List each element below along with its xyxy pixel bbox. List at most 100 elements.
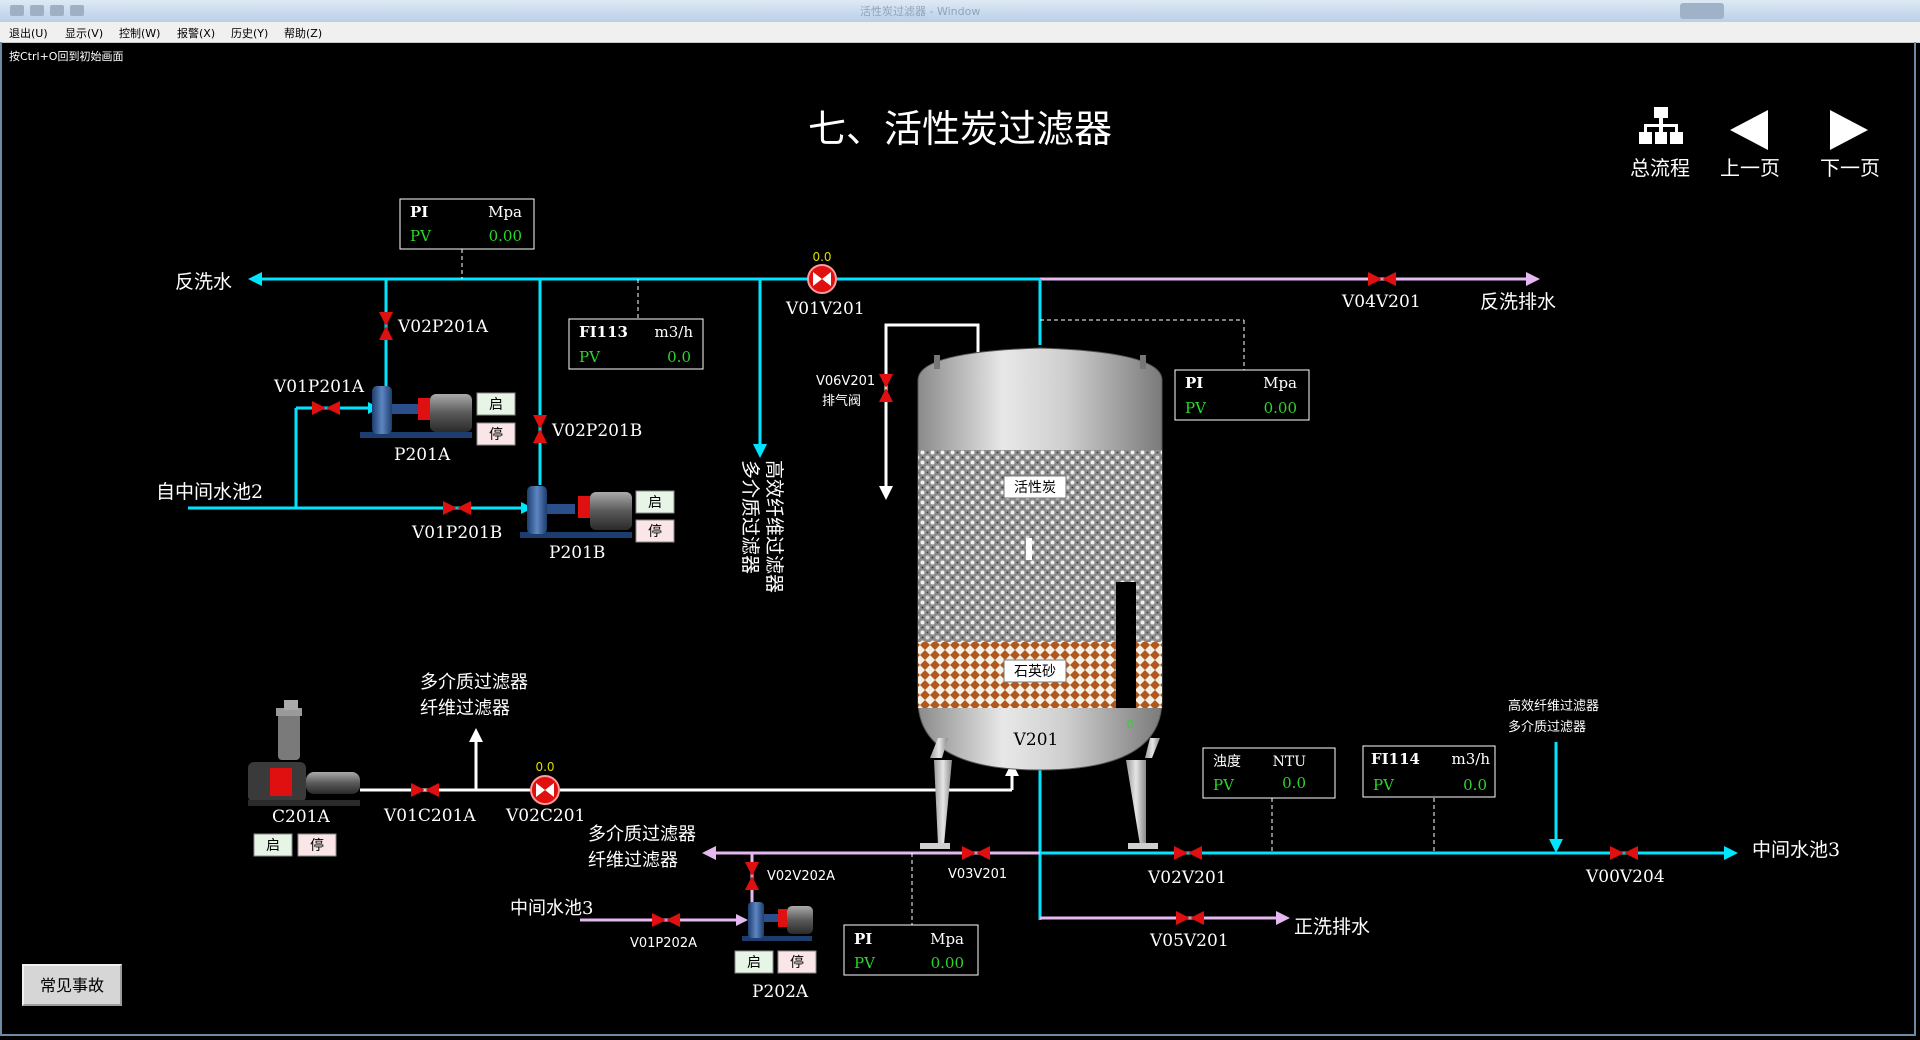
rinse-drain-label: 正洗排水 <box>1294 916 1370 938</box>
tank-v201[interactable] <box>917 347 1163 771</box>
c201a-stop-label: 停 <box>310 837 324 854</box>
p201b-start-button[interactable]: 启 <box>635 490 675 514</box>
fi114-unit: m3/h <box>1452 750 1491 768</box>
fi114-pv-label: PV <box>1373 776 1395 794</box>
control-valve-v02c201[interactable] <box>530 775 560 805</box>
arrow-right-icon <box>736 914 748 926</box>
fi114-gauge[interactable]: FI114 m3/h PV 0.0 <box>1362 745 1496 798</box>
tank-label: V201 <box>1013 730 1059 750</box>
vent-valve-name: 排气阀 <box>822 393 861 409</box>
v02p201a-tag: V02P201A <box>397 317 489 337</box>
to-fiber-label-2: 纤维过滤器 <box>588 850 678 871</box>
p201b-stop-button[interactable]: 停 <box>635 519 675 543</box>
pump-p201a[interactable] <box>360 386 472 438</box>
valve-v03v201[interactable] <box>962 846 990 860</box>
c201a-start-button[interactable]: 启 <box>253 833 293 857</box>
v01v201-tag: V01V201 <box>785 299 865 319</box>
turbidity-tag: 浊度 <box>1213 754 1241 770</box>
fi114-value: 0.0 <box>1463 776 1487 794</box>
v01p201a-tag: V01P201A <box>273 377 365 397</box>
p201a-start-label: 启 <box>489 397 503 413</box>
v01p202a-tag: V01P202A <box>630 936 697 951</box>
v01c201a-tag: V01C201A <box>383 806 476 826</box>
pi-top-gauge[interactable]: PI Mpa PV 0.00 <box>399 198 535 250</box>
arrow-up-icon <box>469 728 483 742</box>
p202a-tag: P202A <box>752 982 809 1002</box>
c201a-stop-button[interactable]: 停 <box>297 833 337 857</box>
pi-tank-unit: Mpa <box>1263 374 1297 392</box>
carbon-label: 活性炭 <box>1014 480 1056 496</box>
valve-v00v204[interactable] <box>1610 846 1638 860</box>
pi-tank-tag: PI <box>1185 374 1203 392</box>
pool3-out-label: 中间水池3 <box>1752 839 1840 861</box>
pi-top-unit: Mpa <box>488 203 522 221</box>
fi113-tag: FI113 <box>579 323 628 341</box>
pi-bottom-gauge[interactable]: PI Mpa PV 0.00 <box>843 924 979 976</box>
v02c201-tag: V02C201 <box>505 806 585 826</box>
turbidity-value: 0.0 <box>1282 774 1306 792</box>
prev-page-label: 上一页 <box>1720 156 1780 180</box>
v00v204-tag: V00V204 <box>1585 867 1665 887</box>
blower-c201a[interactable] <box>248 700 360 806</box>
arrow-right-icon <box>1526 272 1540 286</box>
v02p201b-tag: V02P201B <box>551 421 642 441</box>
p201b-tag: P201B <box>549 543 605 563</box>
valve-v01p201b[interactable] <box>443 501 471 515</box>
pump-p202a[interactable] <box>742 902 813 941</box>
valve-v01p202a[interactable] <box>652 913 680 927</box>
p202a-start-button[interactable]: 启 <box>734 950 774 974</box>
valve-v05v201[interactable] <box>1176 911 1204 925</box>
next-page-label: 下一页 <box>1820 156 1880 180</box>
arrow-right-icon <box>1724 846 1738 860</box>
valve-v02p201b[interactable] <box>533 415 547 443</box>
v01p201b-tag: V01P201B <box>411 523 502 543</box>
common-accidents-button[interactable]: 常见事故 <box>22 964 122 1006</box>
to-fiber-label: 纤维过滤器 <box>420 698 510 719</box>
pi-bottom-unit: Mpa <box>930 930 964 948</box>
valve-v02p201a[interactable] <box>379 312 393 340</box>
pi-bottom-value: 0.00 <box>931 954 964 972</box>
p201a-stop-label: 停 <box>489 426 503 443</box>
arrow-down-icon <box>753 444 767 458</box>
valve-v01c201a[interactable] <box>411 783 439 797</box>
p201a-tag: P201A <box>394 445 451 465</box>
multi-media-vertical-label: 多介质过滤器 <box>739 460 761 574</box>
c201a-tag: C201A <box>272 807 330 827</box>
p201a-stop-button[interactable]: 停 <box>476 422 516 446</box>
carbon-bed-marker <box>1026 538 1032 560</box>
turbidity-gauge[interactable]: 浊度 NTU PV 0.0 <box>1202 747 1336 799</box>
multi-media-label: 多介质过滤器 <box>1508 719 1586 735</box>
valve-v01p201a[interactable] <box>312 401 340 415</box>
pi-top-pv-label: PV <box>410 227 432 245</box>
pi-top-value: 0.00 <box>489 227 522 245</box>
level-gauge <box>1116 582 1136 708</box>
pi-tank-gauge[interactable]: PI Mpa PV 0.00 <box>1174 369 1310 421</box>
pi-bottom-pv-label: PV <box>854 954 876 972</box>
arrow-down-icon <box>1549 839 1563 853</box>
p202a-start-label: 启 <box>747 955 761 971</box>
page-title: 七、活性炭过滤器 <box>808 107 1112 151</box>
control-valve-v01v201[interactable] <box>807 264 837 294</box>
pi-top-tag: PI <box>410 203 428 221</box>
valve-v06v201[interactable] <box>879 374 893 402</box>
v02v201-tag: V02V201 <box>1147 868 1227 888</box>
arrow-left-icon <box>1730 110 1768 150</box>
fi113-gauge[interactable]: FI113 m3/h PV 0.0 <box>568 318 704 370</box>
backwash-water-label: 反洗水 <box>175 271 232 293</box>
valve-v04v201[interactable] <box>1368 272 1396 286</box>
fi113-unit: m3/h <box>655 323 694 341</box>
overview-nav[interactable]: 总流程 <box>1630 107 1690 180</box>
arrow-left-icon <box>702 846 716 860</box>
p202a-stop-label: 停 <box>790 954 804 971</box>
backwash-drain-label: 反洗排水 <box>1480 291 1556 313</box>
next-page-nav[interactable]: 下一页 <box>1820 110 1880 180</box>
arrow-right-icon <box>1276 911 1290 925</box>
valve-v02v202a[interactable] <box>745 862 759 890</box>
p202a-stop-button[interactable]: 停 <box>777 950 817 974</box>
tank-level-value: 0 <box>1127 718 1134 731</box>
valve-v02v201[interactable] <box>1174 846 1202 860</box>
pump-p201b[interactable] <box>520 486 632 538</box>
vent-valve-tag: V06V201 <box>816 374 875 389</box>
p201a-start-button[interactable]: 启 <box>476 392 516 416</box>
prev-page-nav[interactable]: 上一页 <box>1720 110 1780 180</box>
